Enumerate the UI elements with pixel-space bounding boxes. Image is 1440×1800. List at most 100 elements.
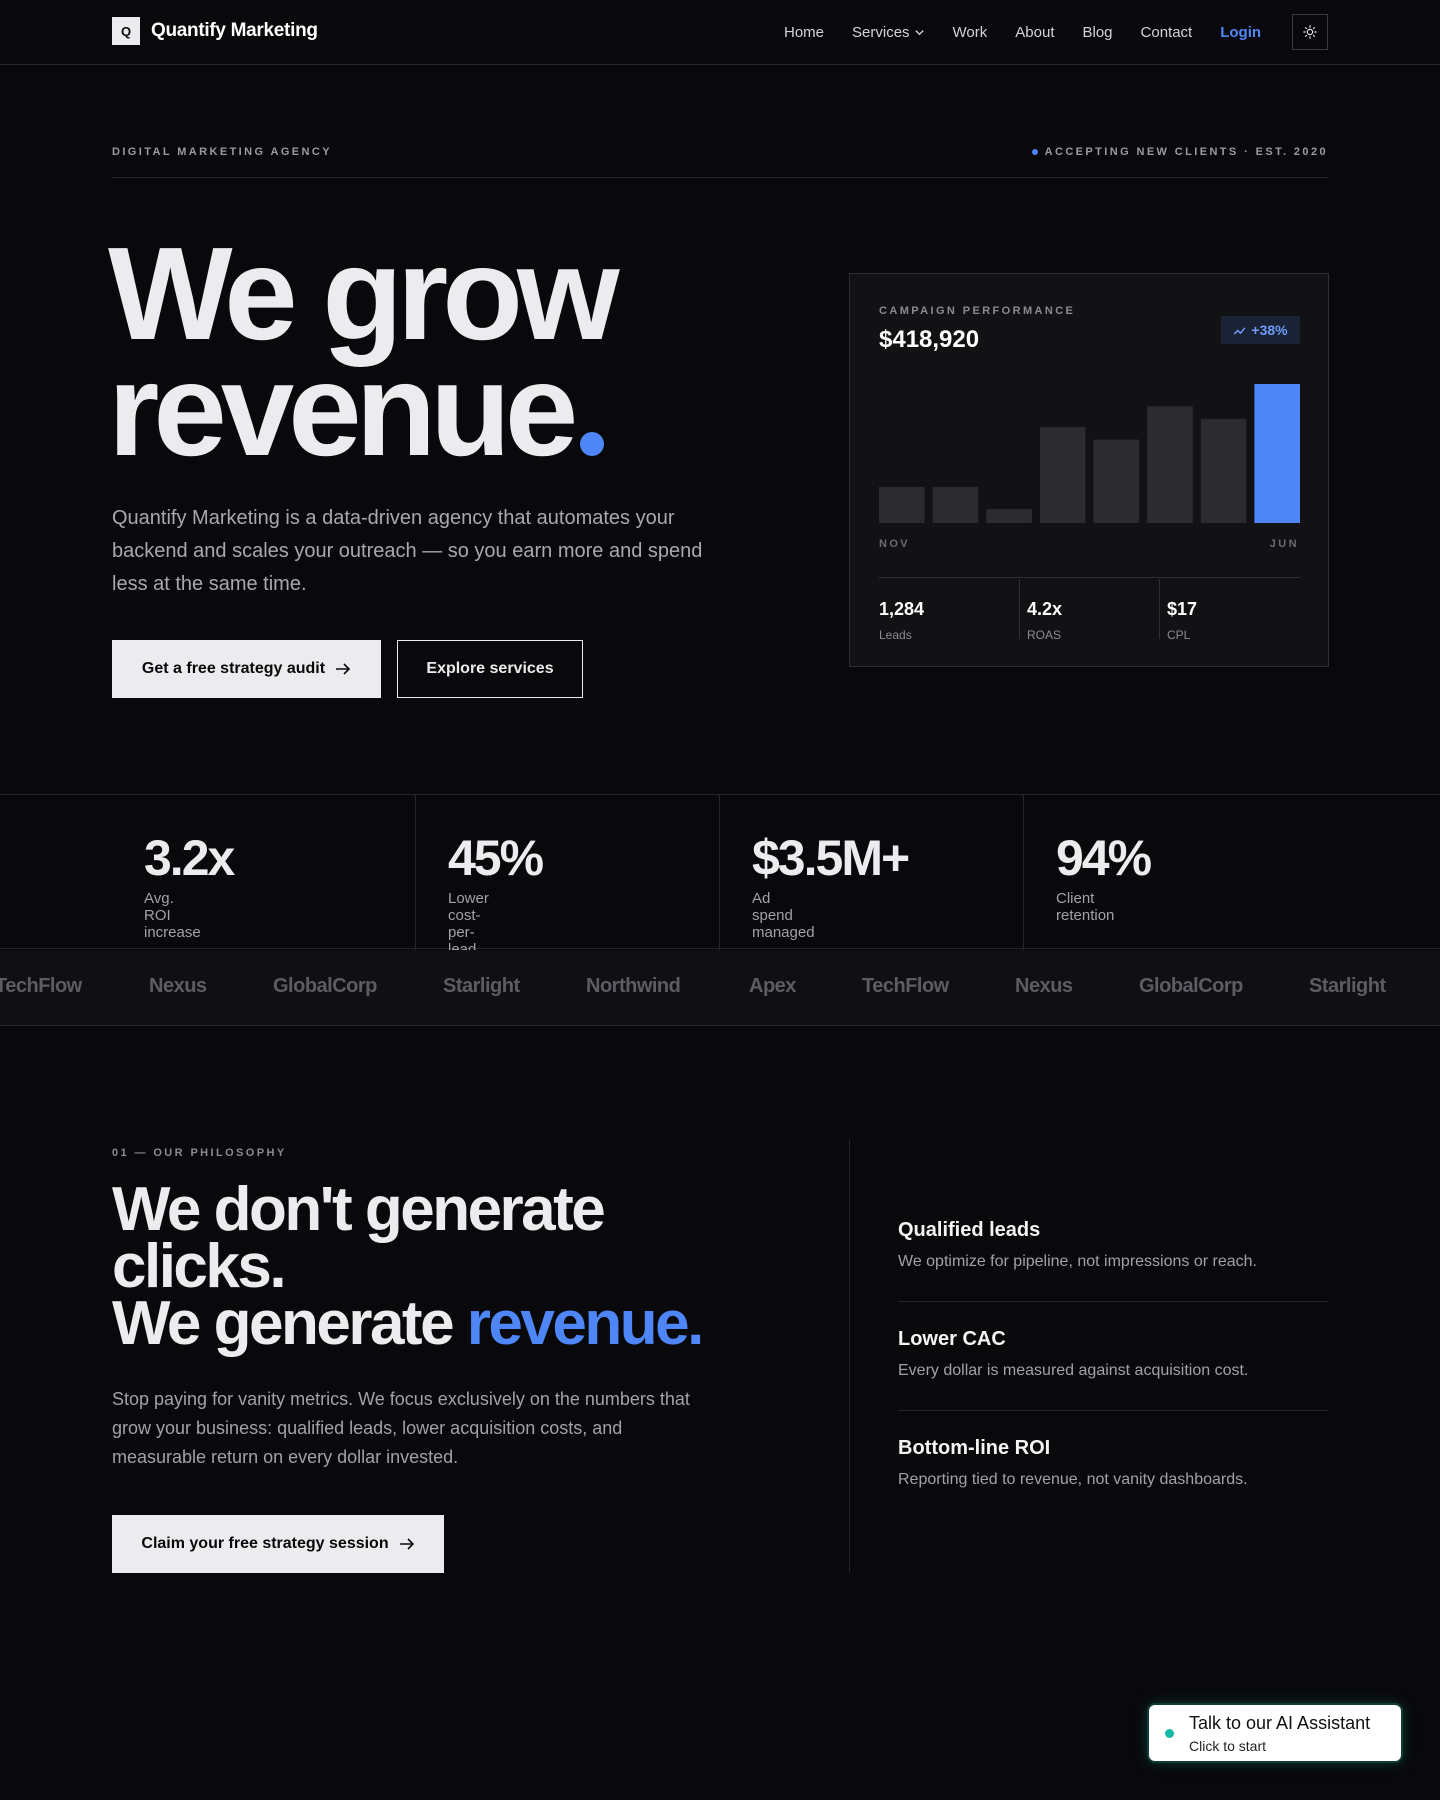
nav-link-about[interactable]: About xyxy=(1015,24,1054,41)
client-logo: GlobalCorp xyxy=(1139,975,1243,997)
strategy-audit-label: Get a free strategy audit xyxy=(141,660,326,677)
feature-description: We optimize for pipeline, not impression… xyxy=(898,1253,1257,1270)
campaign-performance-card: CAMPAIGN PERFORMANCE $418,920 +38% NOV J… xyxy=(849,273,1329,667)
feature-description: Every dollar is measured against acquisi… xyxy=(898,1362,1249,1379)
axis-start-label: NOV xyxy=(879,538,911,550)
growth-badge-text: +38% xyxy=(1251,322,1288,338)
online-status-dot xyxy=(1165,1729,1174,1738)
stat-label: Client retention xyxy=(1056,890,1115,924)
section-divider xyxy=(849,1140,850,1572)
client-logo: Starlight xyxy=(443,975,520,997)
stat-value: 45% xyxy=(448,830,544,886)
stat-label: Ad spend managed xyxy=(752,890,815,941)
nav-link-blog[interactable]: Blog xyxy=(1082,24,1112,41)
chart-bar xyxy=(879,486,925,523)
hero-title: We grow revenue xyxy=(108,228,620,476)
feature-title: Bottom-line ROI xyxy=(898,1437,1051,1459)
strategy-audit-button[interactable]: Get a free strategy audit xyxy=(112,640,381,698)
philosophy-label: 01 — OUR PHILOSOPHY xyxy=(112,1147,287,1159)
nav-link-home[interactable]: Home xyxy=(784,24,824,41)
stat-value: $3.5M+ xyxy=(752,830,910,886)
hero-description: Quantify Marketing is a data-driven agen… xyxy=(112,507,703,595)
nav-link-work[interactable]: Work xyxy=(953,24,988,41)
availability-status: ACCEPTING NEW CLIENTS · EST. 2020 xyxy=(1031,146,1328,158)
client-logo: TechFlow xyxy=(862,975,949,997)
chart-bar xyxy=(1093,439,1140,523)
explore-services-label: Explore services xyxy=(426,660,554,677)
client-logo: Northwind xyxy=(586,975,681,997)
philosophy-title-accent: revenue. xyxy=(466,1289,705,1358)
arrow-right-icon xyxy=(336,663,351,675)
brand-name: Quantify Marketing xyxy=(151,20,318,41)
ai-assistant-subtitle: Click to start xyxy=(1189,1738,1267,1754)
stat-divider xyxy=(415,795,416,950)
sun-icon xyxy=(1303,25,1317,39)
top-navigation: Q Quantify Marketing Home Services Work … xyxy=(0,0,1440,65)
hero-eyebrow: DIGITAL MARKETING AGENCY xyxy=(112,146,332,158)
nav-link-contact[interactable]: Contact xyxy=(1141,24,1193,41)
card-stat-separator xyxy=(1159,579,1160,639)
card-divider xyxy=(879,577,1300,578)
chevron-down-icon xyxy=(914,29,924,35)
client-logo: Nexus xyxy=(1015,975,1073,997)
feature-title: Lower CAC xyxy=(898,1328,1006,1350)
stat-value: 94% xyxy=(1056,830,1152,886)
client-logo-marquee: TechFlow Nexus GlobalCorp Starlight Nort… xyxy=(0,950,1440,1026)
arrow-right-icon xyxy=(399,1538,414,1550)
stat-value: 3.2x xyxy=(144,830,235,886)
stats-strip: 3.2x Avg. ROI increase 45% Lower cost-pe… xyxy=(0,794,1440,958)
card-stat-label: CPL xyxy=(1167,628,1191,642)
campaign-bar-chart xyxy=(879,384,1300,523)
card-stat-value: 4.2x xyxy=(1027,599,1063,619)
ai-assistant-widget[interactable]: Talk to our AI Assistant Click to start xyxy=(1149,1705,1401,1761)
chart-bar xyxy=(932,486,979,523)
hero-eyebrow-row: DIGITAL MARKETING AGENCY ACCEPTING NEW C… xyxy=(112,142,1328,178)
client-logo: Nexus xyxy=(149,975,207,997)
card-stat-value: 1,284 xyxy=(879,599,925,619)
chart-bar-highlight xyxy=(1254,384,1300,523)
brand-logo[interactable]: Q Quantify Marketing xyxy=(112,17,318,45)
theme-toggle-button[interactable] xyxy=(1292,14,1328,50)
login-link[interactable]: Login xyxy=(1220,24,1261,41)
client-logo: Starlight xyxy=(1309,975,1386,997)
card-stat-label: ROAS xyxy=(1027,628,1062,642)
philosophy-title: We don't generate clicks. We generate re… xyxy=(112,1179,832,1355)
stat-divider xyxy=(719,795,720,950)
chart-bar xyxy=(1039,427,1086,523)
nav-link-services[interactable]: Services xyxy=(852,24,925,41)
feature-description: Reporting tied to revenue, not vanity da… xyxy=(898,1471,1248,1488)
feature-title: Qualified leads xyxy=(898,1219,1041,1241)
hero-title-line-2: revenue xyxy=(108,336,578,483)
client-logo: Apex xyxy=(749,975,796,997)
nav-links: Home Services Work About Blog Contact Lo… xyxy=(784,0,1261,64)
ai-assistant-title: Talk to our AI Assistant xyxy=(1189,1713,1371,1733)
stat-divider xyxy=(1023,795,1024,950)
feature-divider xyxy=(898,1410,1328,1411)
client-logo: GlobalCorp xyxy=(273,975,377,997)
card-stat-separator xyxy=(1019,579,1020,639)
chart-bar xyxy=(986,509,1032,523)
chart-bar xyxy=(1200,418,1247,523)
card-stat-label: Leads xyxy=(879,628,912,642)
brand-mark: Q xyxy=(112,17,140,45)
growth-badge: +38% xyxy=(1221,316,1300,344)
accent-dot xyxy=(580,432,605,456)
stat-label: Avg. ROI increase xyxy=(144,890,201,941)
strategy-session-button[interactable]: Claim your free strategy session xyxy=(112,1515,444,1573)
card-stat-value: $17 xyxy=(1167,599,1198,619)
card-label: CAMPAIGN PERFORMANCE xyxy=(879,305,1076,317)
chart-bar xyxy=(1147,406,1193,523)
explore-services-button[interactable]: Explore services xyxy=(397,640,583,698)
nav-link-services-label: Services xyxy=(852,23,910,41)
feature-divider xyxy=(898,1301,1328,1302)
philosophy-title-line-3: We generate xyxy=(112,1289,467,1358)
status-dot xyxy=(1031,149,1038,155)
card-value: $418,920 xyxy=(879,326,980,353)
strategy-session-label: Claim your free strategy session xyxy=(141,1535,389,1552)
axis-end-label: JUN xyxy=(1269,538,1299,550)
client-logo: TechFlow xyxy=(0,975,82,997)
trend-up-icon xyxy=(1233,326,1246,335)
stat-label: Lower cost-per-lead xyxy=(448,890,489,958)
availability-text: ACCEPTING NEW CLIENTS · EST. 2020 xyxy=(1044,146,1328,158)
philosophy-description: Stop paying for vanity metrics. We focus… xyxy=(112,1389,690,1467)
